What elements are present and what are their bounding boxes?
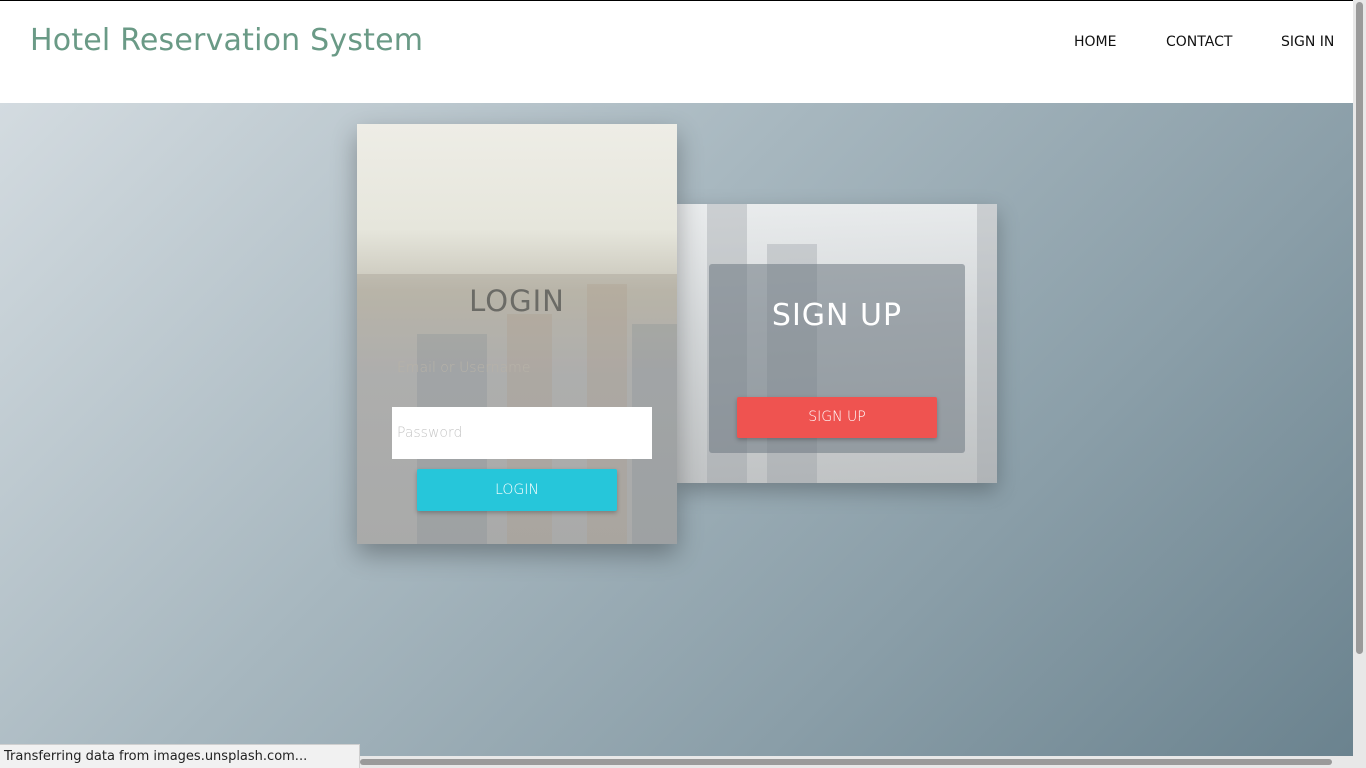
header: Hotel Reservation System HOME CONTACT SI… bbox=[0, 0, 1353, 103]
nav-sign-in[interactable]: SIGN IN bbox=[1281, 34, 1334, 50]
nav-contact[interactable]: CONTACT bbox=[1166, 34, 1232, 50]
vertical-scrollbar[interactable] bbox=[1353, 0, 1366, 768]
background-building bbox=[977, 204, 997, 483]
signup-card: SIGN UP SIGN UP bbox=[677, 204, 997, 483]
status-bar: Transferring data from images.unsplash.c… bbox=[0, 744, 360, 768]
signup-panel: SIGN UP SIGN UP bbox=[709, 264, 965, 453]
username-input[interactable]: Email or Username bbox=[392, 343, 652, 393]
login-card: LOGIN Email or Username Password LOGIN bbox=[357, 124, 677, 544]
site-title[interactable]: Hotel Reservation System bbox=[30, 23, 423, 58]
page: Hotel Reservation System HOME CONTACT SI… bbox=[0, 0, 1366, 768]
login-button[interactable]: LOGIN bbox=[417, 469, 617, 511]
vertical-scrollbar-thumb[interactable] bbox=[1356, 2, 1363, 654]
nav-home[interactable]: HOME bbox=[1074, 34, 1116, 50]
signup-title: SIGN UP bbox=[771, 298, 903, 333]
password-input[interactable]: Password bbox=[392, 407, 652, 459]
signup-button[interactable]: SIGN UP bbox=[737, 397, 937, 438]
login-title: LOGIN bbox=[469, 284, 565, 318]
horizontal-scrollbar-thumb[interactable] bbox=[360, 759, 1332, 765]
